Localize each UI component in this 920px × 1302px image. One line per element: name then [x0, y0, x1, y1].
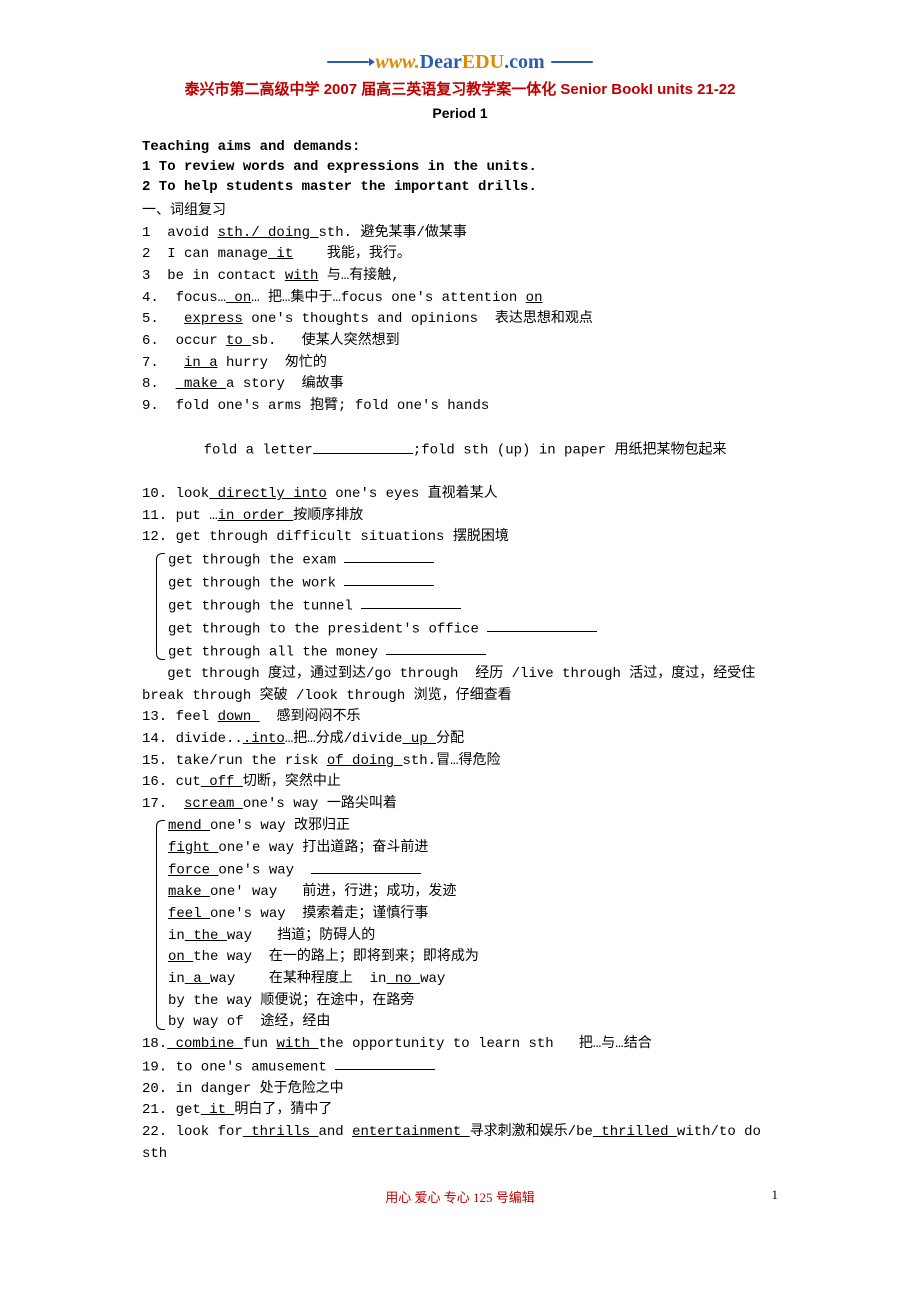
logo-dear: Dear	[420, 51, 462, 73]
line-19: 19. to one's amusement	[142, 1056, 778, 1079]
line-7: 7. in a hurry 匆忙的	[142, 353, 778, 375]
group17-item: in the way 挡道；防碍人的	[168, 926, 778, 948]
site-logo: www.DearEDU.com	[142, 50, 778, 74]
line-5: 5. express one's thoughts and opinions 表…	[142, 309, 778, 331]
line-18: 18. combine fun with the opportunity to …	[142, 1034, 778, 1056]
group12-item: get through all the money	[168, 641, 778, 664]
period-label: Period 1	[142, 105, 778, 121]
line-13: 13. feel down 感到闷闷不乐	[142, 707, 778, 729]
group12-item: get through the tunnel	[168, 595, 778, 618]
line-10: 10. look directly into one's eyes 直视着某人	[142, 484, 778, 506]
group12-item: get through the work	[168, 572, 778, 595]
group12-item: get through the exam	[168, 549, 778, 572]
line-11: 11. put …in order 按顺序排放	[142, 506, 778, 528]
group17-item: fight one'e way 打出道路；奋斗前进	[168, 838, 778, 860]
group17-item: by way of 途经，经由	[168, 1012, 778, 1034]
logo-edu: EDU	[462, 51, 504, 73]
line-20: 20. in danger 处于危险之中	[142, 1079, 778, 1101]
group17-item: feel one's way 摸索着走；谨慎行事	[168, 904, 778, 926]
line-3: 3 be in contact with 与…有接触,	[142, 266, 778, 288]
line-12-head: 12. get through difficult situations 摆脱困…	[142, 527, 778, 549]
group-17: mend one's way 改邪归正fight one'e way 打出道路；…	[154, 816, 778, 1034]
footer-text: 用心 爱心 专心 125 号编辑	[385, 1190, 535, 1205]
group17-item: make one' way 前进，行进；成功，发迹	[168, 882, 778, 904]
group17-item: force one's way	[168, 859, 778, 882]
line-21: 21. get it 明白了，猜中了	[142, 1100, 778, 1122]
page-footer: 用心 爱心 专心 125 号编辑 1	[142, 1187, 778, 1206]
line-8: 8. make a story 编故事	[142, 374, 778, 396]
line-14: 14. divide...into…把…分成/divide up 分配	[142, 729, 778, 751]
group12-item: get through to the president's office	[168, 618, 778, 641]
document-title: 泰兴市第二高级中学 2007 届高三英语复习教学案一体化 Senior Book…	[142, 78, 778, 99]
group17-item: by the way 顺便说；在途中，在路旁	[168, 991, 778, 1013]
decor-left	[327, 61, 369, 63]
line-1: 1 avoid sth./ doing sth. 避免某事/做某事	[142, 223, 778, 245]
section-phrase-review: 一、词组复习	[142, 199, 778, 219]
decor-right	[551, 61, 593, 63]
aim-2: 2 To help students master the important …	[142, 179, 778, 195]
line-2: 2 I can manage it 我能，我行。	[142, 244, 778, 266]
logo-com: .com	[504, 51, 545, 73]
line-15: 15. take/run the risk of doing sth.冒…得危险	[142, 751, 778, 773]
line-9b: fold a letter;fold sth (up) in paper 用纸把…	[142, 418, 778, 484]
line-17: 17. scream one's way 一路尖叫着	[142, 794, 778, 816]
aim-1: 1 To review words and expressions in the…	[142, 159, 778, 175]
line-16: 16. cut off 切断，突然中止	[142, 772, 778, 794]
group17-item: mend one's way 改邪归正	[168, 816, 778, 838]
line-12-tail: get through 度过，通过到达/go through 经历 /live …	[142, 664, 778, 707]
line-4: 4. focus… on… 把…集中于…focus one's attentio…	[142, 288, 778, 310]
page-number: 1	[772, 1187, 779, 1203]
line-6: 6. occur to sb. 使某人突然想到	[142, 331, 778, 353]
line-22: 22. look for thrills and entertainment 寻…	[142, 1122, 778, 1165]
teaching-aims-heading: Teaching aims and demands:	[142, 139, 778, 155]
group17-item: on the way 在一的路上；即将到来；即将成为	[168, 947, 778, 969]
logo-www: www.	[375, 51, 419, 73]
group17-item: in a way 在某种程度上 in no way	[168, 969, 778, 991]
group-12: get through the exam get through the wor…	[154, 549, 778, 664]
line-9: 9. fold one's arms 抱臂; fold one's hands	[142, 396, 778, 418]
